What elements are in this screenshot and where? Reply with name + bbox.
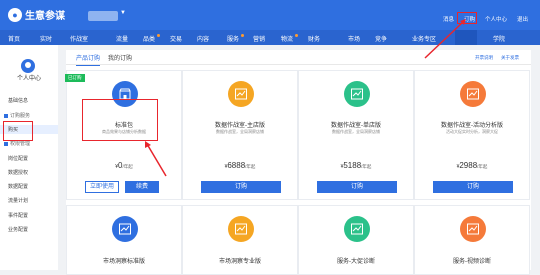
arrow-to-order (424, 21, 464, 59)
arrow-to-card (146, 143, 167, 177)
annotation-arrows (145, 19, 466, 177)
